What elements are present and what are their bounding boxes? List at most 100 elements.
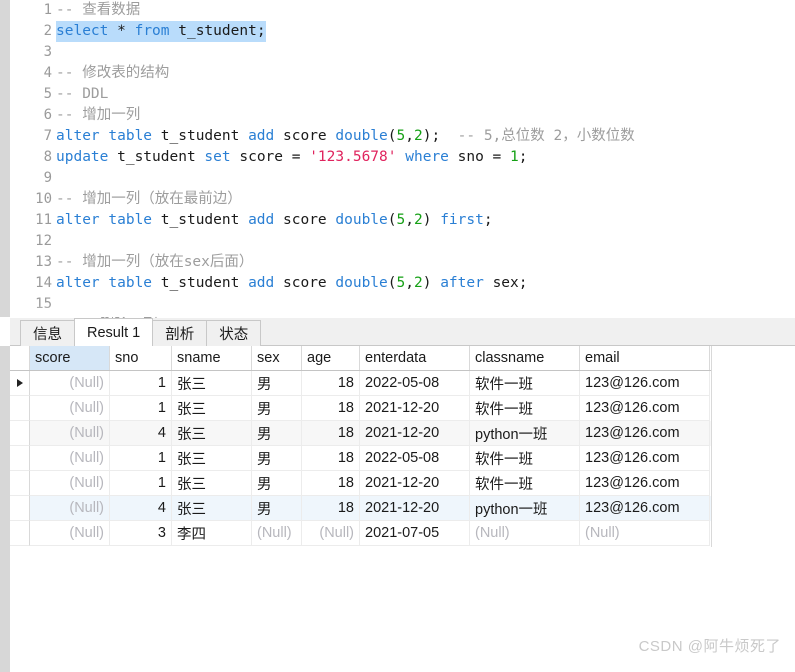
cell-sname[interactable]: 张三 bbox=[172, 421, 252, 446]
cell-score[interactable]: (Null) bbox=[30, 371, 110, 396]
cell-sex[interactable]: 男 bbox=[252, 396, 302, 421]
cell-classname[interactable]: 软件一班 bbox=[470, 371, 580, 396]
code-line[interactable]: 15 bbox=[10, 294, 795, 315]
code-line[interactable]: 8 update t_student set score = '123.5678'… bbox=[10, 147, 795, 168]
cell-age[interactable]: 18 bbox=[302, 496, 360, 521]
table-row[interactable]: (Null) 4 张三男 18 2021-12-20 python一班 123@126.co… bbox=[10, 421, 711, 446]
cell-classname[interactable]: 软件一班 bbox=[470, 471, 580, 496]
code-line[interactable]: 14 alter table t_student add score double… bbox=[10, 273, 795, 294]
cell-sname[interactable]: 张三 bbox=[172, 471, 252, 496]
cell-sno[interactable]: 3 bbox=[110, 521, 172, 546]
cell-age[interactable]: 18 bbox=[302, 421, 360, 446]
row-indicator-cell[interactable] bbox=[10, 396, 30, 421]
cell-sno[interactable]: 1 bbox=[110, 471, 172, 496]
table-row[interactable]: (Null) 1 张三男 18 2021-12-20 软件一班 123@126.com bbox=[10, 396, 711, 421]
table-row[interactable]: (Null) 1 张三男 18 2022-05-08 软件一班 123@126.com bbox=[10, 371, 711, 396]
cell-sex[interactable]: 男 bbox=[252, 371, 302, 396]
cell-sex[interactable]: 男 bbox=[252, 471, 302, 496]
cell-sex[interactable]: 男 bbox=[252, 421, 302, 446]
code-line[interactable]: 1 -- 查看数据 bbox=[10, 0, 795, 21]
cell-age[interactable]: 18 bbox=[302, 471, 360, 496]
row-indicator-cell[interactable] bbox=[10, 421, 30, 446]
cell-score[interactable]: (Null) bbox=[30, 496, 110, 521]
cell-enterdata[interactable]: 2022-05-08 bbox=[360, 446, 470, 471]
column-header-sex[interactable]: sex bbox=[252, 346, 302, 370]
tab-active[interactable]: Result 1 bbox=[74, 318, 154, 346]
cell-classname[interactable]: python一班 bbox=[470, 496, 580, 521]
row-indicator-cell[interactable] bbox=[10, 521, 30, 546]
cell-classname[interactable]: 软件一班 bbox=[470, 446, 580, 471]
code-line[interactable]: 6 -- 增加一列 bbox=[10, 105, 795, 126]
code-line[interactable]: 11 alter table t_student add score double… bbox=[10, 210, 795, 231]
tab-item[interactable]: 信息 bbox=[20, 320, 75, 346]
cell-sex[interactable]: (Null) bbox=[252, 521, 302, 546]
cell-score[interactable]: (Null) bbox=[30, 446, 110, 471]
cell-sname[interactable]: 李四 bbox=[172, 521, 252, 546]
code-line[interactable]: 2 select * from t_student; bbox=[10, 21, 795, 42]
cell-enterdata[interactable]: 2021-12-20 bbox=[360, 421, 470, 446]
cell-sname[interactable]: 张三 bbox=[172, 446, 252, 471]
table-row[interactable]: (Null) 4 张三男 18 2021-12-20 python一班 123@126.co… bbox=[10, 496, 711, 521]
cell-score[interactable]: (Null) bbox=[30, 396, 110, 421]
cell-sname[interactable]: 张三 bbox=[172, 371, 252, 396]
cell-enterdata[interactable]: 2022-05-08 bbox=[360, 371, 470, 396]
cell-email[interactable]: 123@126.com bbox=[580, 471, 710, 496]
editor-code-area[interactable]: 1 -- 查看数据 2 select * from t_student; 3 4 -- 修改… bbox=[10, 0, 795, 333]
cell-enterdata[interactable]: 2021-07-05 bbox=[360, 521, 470, 546]
cell-sno[interactable]: 1 bbox=[110, 396, 172, 421]
cell-email[interactable]: 123@126.com bbox=[580, 396, 710, 421]
cell-enterdata[interactable]: 2021-12-20 bbox=[360, 471, 470, 496]
column-header-score[interactable]: score bbox=[30, 346, 110, 370]
code-line[interactable]: 10 -- 增加一列（放在最前边） bbox=[10, 189, 795, 210]
code-line[interactable]: 5 -- DDL bbox=[10, 84, 795, 105]
cell-sname[interactable]: 张三 bbox=[172, 496, 252, 521]
cell-email[interactable]: 123@126.com bbox=[580, 496, 710, 521]
code-line[interactable]: 12 bbox=[10, 231, 795, 252]
cell-classname[interactable]: (Null) bbox=[470, 521, 580, 546]
cell-sno[interactable]: 1 bbox=[110, 446, 172, 471]
column-header-enterdata[interactable]: enterdata bbox=[360, 346, 470, 370]
cell-sname[interactable]: 张三 bbox=[172, 396, 252, 421]
code-line[interactable]: 9 bbox=[10, 168, 795, 189]
cell-sno[interactable]: 4 bbox=[110, 421, 172, 446]
cell-age[interactable]: 18 bbox=[302, 371, 360, 396]
row-indicator-cell[interactable] bbox=[10, 446, 30, 471]
cell-email[interactable]: 123@126.com bbox=[580, 421, 710, 446]
code-line[interactable]: 4 -- 修改表的结构 bbox=[10, 63, 795, 84]
cell-classname[interactable]: 软件一班 bbox=[470, 396, 580, 421]
cell-sno[interactable]: 1 bbox=[110, 371, 172, 396]
code-line[interactable]: 3 bbox=[10, 42, 795, 63]
cell-enterdata[interactable]: 2021-12-20 bbox=[360, 396, 470, 421]
grid-body[interactable]: (Null) 1 张三男 18 2022-05-08 软件一班 123@126.com (Nu… bbox=[10, 371, 711, 546]
cell-score[interactable]: (Null) bbox=[30, 421, 110, 446]
cell-sex[interactable]: 男 bbox=[252, 446, 302, 471]
cell-email[interactable]: (Null) bbox=[580, 521, 710, 546]
cell-enterdata[interactable]: 2021-12-20 bbox=[360, 496, 470, 521]
row-indicator-cell[interactable] bbox=[10, 471, 30, 496]
table-row[interactable]: (Null) 1 张三男 18 2021-12-20 软件一班 123@126.com bbox=[10, 471, 711, 496]
cell-sex[interactable]: 男 bbox=[252, 496, 302, 521]
row-indicator-cell[interactable] bbox=[10, 496, 30, 521]
cell-score[interactable]: (Null) bbox=[30, 471, 110, 496]
table-row[interactable]: (Null) 1 张三男 18 2022-05-08 软件一班 123@126.com bbox=[10, 446, 711, 471]
cell-classname[interactable]: python一班 bbox=[470, 421, 580, 446]
tab-item[interactable]: 剖析 bbox=[152, 320, 208, 346]
column-header-age[interactable]: age bbox=[302, 346, 360, 370]
code-line[interactable]: 7 alter table t_student add score double(… bbox=[10, 126, 795, 147]
column-header-sno[interactable]: sno bbox=[110, 346, 172, 370]
column-header-email[interactable]: email bbox=[580, 346, 710, 370]
tab-item[interactable]: 状态 bbox=[206, 320, 262, 346]
cell-email[interactable]: 123@126.com bbox=[580, 371, 710, 396]
column-header-sname[interactable]: sname bbox=[172, 346, 252, 370]
column-header-classname[interactable]: classname bbox=[470, 346, 580, 370]
cell-sno[interactable]: 4 bbox=[110, 496, 172, 521]
sql-editor[interactable]: 1 -- 查看数据 2 select * from t_student; 3 4 -- 修改… bbox=[0, 0, 795, 333]
cell-score[interactable]: (Null) bbox=[30, 521, 110, 546]
cell-age[interactable]: (Null) bbox=[302, 521, 360, 546]
table-row[interactable]: (Null) 3 李四 (Null) (Null) 2021-07-05 (Null) (Nu… bbox=[10, 521, 711, 546]
result-grid[interactable]: score sno sname sex age enterdata classname ema… bbox=[10, 346, 711, 546]
cell-age[interactable]: 18 bbox=[302, 446, 360, 471]
code-line[interactable]: 13 -- 增加一列（放在sex后面） bbox=[10, 252, 795, 273]
cell-age[interactable]: 18 bbox=[302, 396, 360, 421]
row-indicator-cell[interactable] bbox=[10, 371, 30, 396]
